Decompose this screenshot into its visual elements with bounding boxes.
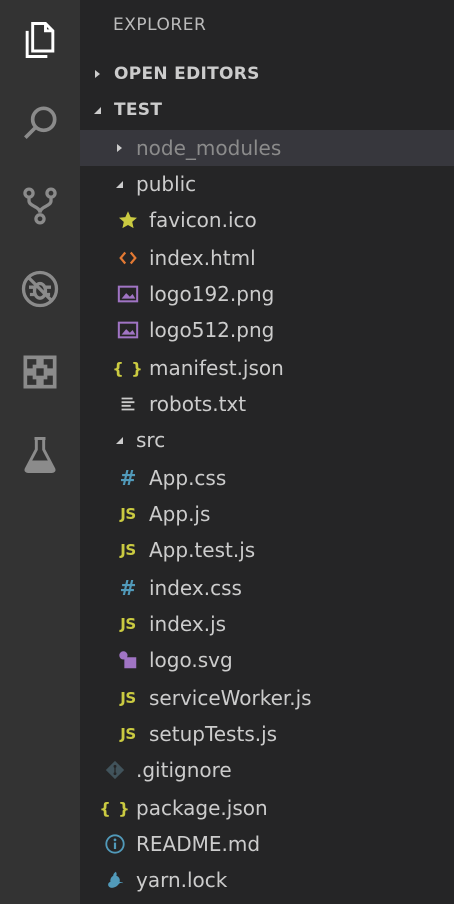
- tree-folder-node-modules[interactable]: node_modules: [80, 130, 454, 166]
- extensions-button[interactable]: [0, 332, 80, 412]
- chevron-down-icon: [112, 433, 126, 447]
- tree-item-label: yarn.lock: [136, 868, 228, 892]
- activity-bar: [0, 0, 80, 904]
- tree-item-label: index.html: [149, 246, 256, 270]
- extensions-icon: [23, 355, 57, 389]
- tree-item-label: index.js: [149, 612, 227, 636]
- source-control-icon: [23, 187, 57, 225]
- tree-item-label: index.css: [149, 576, 242, 600]
- section-label: OPEN EDITORS: [114, 64, 260, 84]
- source-control-button[interactable]: [0, 166, 80, 246]
- tree-file-readme[interactable]: README.md: [80, 826, 454, 862]
- tree-file-setup-tests-js[interactable]: JS setupTests.js: [80, 716, 454, 752]
- section-workspace[interactable]: TEST: [80, 92, 454, 128]
- json-icon: { }: [112, 358, 144, 378]
- image-icon: [117, 319, 139, 341]
- chevron-down-icon: [112, 177, 126, 191]
- tree-file-index-js[interactable]: JS index.js: [80, 606, 454, 642]
- tree-file-app-test-js[interactable]: JS App.test.js: [80, 532, 454, 568]
- tree-folder-src[interactable]: src: [80, 422, 454, 458]
- tree-file-package-json[interactable]: { } package.json: [80, 790, 454, 826]
- css-icon: #: [119, 466, 137, 490]
- debug-button[interactable]: [0, 249, 80, 329]
- yarn-icon: [104, 869, 126, 891]
- tree-item-label: App.test.js: [149, 538, 256, 562]
- search-icon: [24, 106, 57, 139]
- tree-item-label: logo.svg: [149, 648, 233, 672]
- tree-file-logo192[interactable]: logo192.png: [80, 276, 454, 312]
- explorer-sidebar: EXPLORER OPEN EDITORS TEST node_modules …: [80, 0, 454, 904]
- tree-file-manifest-json[interactable]: { } manifest.json: [80, 350, 454, 386]
- tree-item-label: serviceWorker.js: [149, 686, 312, 710]
- tree-item-label: package.json: [136, 796, 268, 820]
- tree-item-label: setupTests.js: [149, 722, 278, 746]
- tree-item-label: .gitignore: [136, 758, 232, 782]
- tree-file-robots-txt[interactable]: robots.txt: [80, 386, 454, 422]
- image-icon: [117, 283, 139, 305]
- chevron-down-icon: [90, 103, 104, 117]
- html-icon: [117, 247, 139, 269]
- svg-icon: [117, 649, 139, 671]
- testing-button[interactable]: [0, 415, 80, 495]
- git-icon: [104, 759, 126, 781]
- tree-file-yarn-lock[interactable]: yarn.lock: [80, 862, 454, 898]
- tree-file-logo-svg[interactable]: logo.svg: [80, 642, 454, 678]
- js-icon: JS: [120, 541, 136, 559]
- testing-icon: [24, 437, 56, 473]
- js-icon: JS: [120, 725, 136, 743]
- text-file-icon: [117, 393, 139, 415]
- tree-file-favicon[interactable]: favicon.ico: [80, 202, 454, 238]
- explorer-button[interactable]: [0, 0, 80, 80]
- tree-item-label: App.css: [149, 466, 227, 490]
- chevron-right-icon: [112, 141, 126, 155]
- tree-file-logo512[interactable]: logo512.png: [80, 312, 454, 348]
- tree-item-label: logo192.png: [149, 282, 275, 306]
- tree-file-index-css[interactable]: # index.css: [80, 570, 454, 606]
- tree-item-label: App.js: [149, 502, 211, 526]
- tree-item-label: src: [136, 428, 166, 452]
- tree-file-app-js[interactable]: JS App.js: [80, 496, 454, 532]
- section-label: TEST: [114, 100, 163, 120]
- sidebar-title: EXPLORER: [113, 15, 207, 35]
- star-icon: [117, 209, 139, 231]
- tree-item-label: robots.txt: [149, 392, 247, 416]
- json-icon: { }: [99, 798, 131, 818]
- chevron-right-icon: [90, 67, 104, 81]
- section-open-editors[interactable]: OPEN EDITORS: [80, 56, 454, 92]
- tree-item-label: public: [136, 172, 197, 196]
- js-icon: JS: [120, 689, 136, 707]
- info-icon: [104, 833, 126, 855]
- tree-folder-public[interactable]: public: [80, 166, 454, 202]
- tree-file-gitignore[interactable]: .gitignore: [80, 752, 454, 788]
- tree-file-service-worker-js[interactable]: JS serviceWorker.js: [80, 680, 454, 716]
- debug-icon: [21, 270, 59, 308]
- css-icon: #: [119, 576, 137, 600]
- tree-item-label: logo512.png: [149, 318, 275, 342]
- tree-item-label: node_modules: [136, 136, 282, 160]
- search-button[interactable]: [0, 83, 80, 163]
- tree-item-label: favicon.ico: [149, 208, 257, 232]
- tree-file-app-css[interactable]: # App.css: [80, 460, 454, 496]
- tree-file-index-html[interactable]: index.html: [80, 240, 454, 276]
- explorer-icon: [25, 22, 55, 58]
- tree-item-label: README.md: [136, 832, 261, 856]
- tree-item-label: manifest.json: [149, 356, 284, 380]
- js-icon: JS: [120, 505, 136, 523]
- js-icon: JS: [120, 615, 136, 633]
